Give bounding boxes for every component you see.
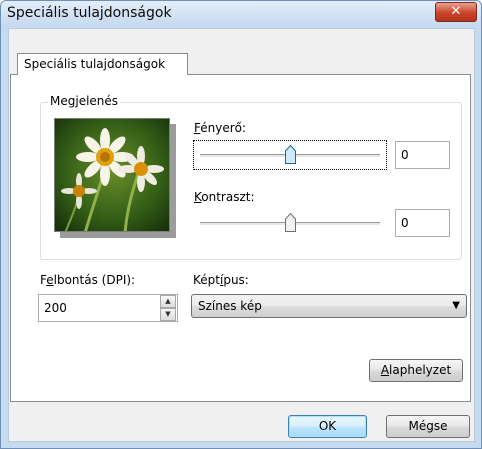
brightness-slider[interactable]	[198, 143, 384, 167]
brightness-slider-thumb[interactable]	[284, 145, 296, 164]
title-bar[interactable]: Speciális tulajdonságok ✕	[1, 1, 481, 27]
brightness-value-field[interactable]: 0	[395, 141, 450, 169]
close-button[interactable]: ✕	[435, 2, 477, 22]
resolution-spinner[interactable]: ▲ ▼	[160, 295, 176, 321]
ok-button[interactable]: OK	[288, 415, 367, 438]
contrast-label: Kontraszt:	[194, 190, 255, 204]
tab-label: Speciális tulajdonságok	[24, 57, 166, 71]
resolution-label: Felbontás (DPI):	[40, 273, 136, 287]
preview-image	[54, 118, 170, 232]
flower-photo-icon	[55, 119, 169, 231]
contrast-slider[interactable]	[198, 211, 384, 235]
appearance-group-label: Megjelenés	[48, 94, 121, 108]
spin-down-icon[interactable]: ▼	[160, 308, 176, 321]
chevron-down-icon: ▼	[452, 300, 460, 311]
resolution-field[interactable]: 200	[38, 294, 178, 322]
image-type-dropdown[interactable]: Színes kép ▼	[191, 294, 467, 318]
reset-button[interactable]: Alaphelyzet	[369, 359, 463, 382]
contrast-value-field[interactable]: 0	[395, 209, 450, 237]
cancel-button[interactable]: Mégse	[386, 415, 470, 438]
close-icon: ✕	[450, 4, 462, 19]
contrast-slider-thumb[interactable]	[284, 213, 296, 232]
image-type-selected: Színes kép	[198, 299, 262, 313]
tab-special-properties[interactable]: Speciális tulajdonságok	[17, 53, 188, 75]
image-type-label: Képtípus:	[193, 273, 249, 287]
spin-up-icon[interactable]: ▲	[160, 295, 176, 308]
brightness-label: Fényerő:	[194, 121, 247, 135]
window-title: Speciális tulajdonságok	[7, 5, 172, 21]
